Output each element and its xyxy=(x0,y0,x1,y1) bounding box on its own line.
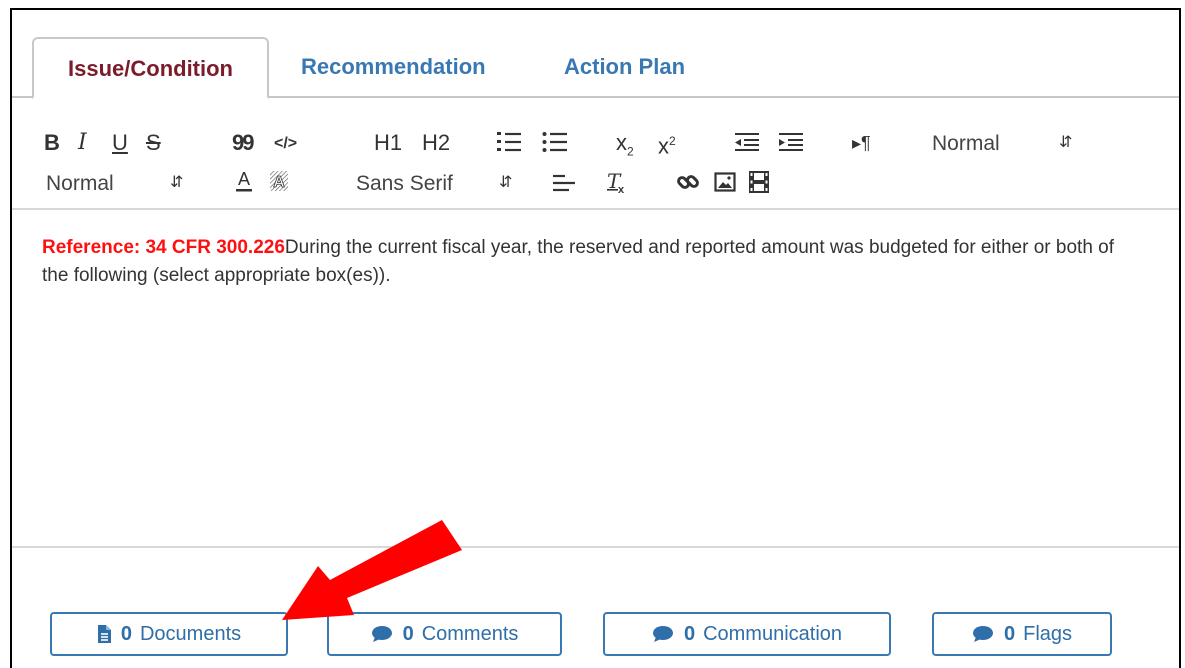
superscript-icon[interactable]: x2 xyxy=(658,128,676,159)
comment-icon xyxy=(652,625,674,643)
svg-text:x: x xyxy=(618,184,625,194)
communication-button[interactable]: 0 Communication xyxy=(603,612,891,656)
background-color-icon[interactable]: A xyxy=(268,168,290,194)
editor-text: Reference: 34 CFR 300.226During the curr… xyxy=(42,234,1142,290)
tab-bar: Issue/Condition Recommendation Action Pl… xyxy=(12,10,1179,99)
flags-button[interactable]: 0 Flags xyxy=(932,612,1112,656)
flags-label: Flags xyxy=(1023,622,1073,645)
indent-icon[interactable] xyxy=(778,132,804,152)
red-arrow-annotation xyxy=(282,520,462,620)
h1-button[interactable]: H1 xyxy=(374,130,402,156)
blockquote-button[interactable]: 99 xyxy=(232,130,255,156)
editor-content-area[interactable]: Reference: 34 CFR 300.226During the curr… xyxy=(12,210,1179,548)
link-icon[interactable] xyxy=(676,170,700,194)
svg-text:A: A xyxy=(238,169,250,189)
strike-button[interactable]: S xyxy=(146,130,161,156)
align-icon[interactable] xyxy=(552,173,576,193)
h2-button[interactable]: H2 xyxy=(422,130,450,156)
comment-icon xyxy=(972,625,994,643)
svg-text:A: A xyxy=(273,174,285,191)
font-select-arrows-icon[interactable]: ⇵ xyxy=(499,170,512,196)
ordered-list-icon[interactable] xyxy=(496,131,522,153)
tab-recommendation[interactable]: Recommendation xyxy=(301,37,486,97)
italic-button[interactable]: I xyxy=(78,130,87,156)
flags-count: 0 xyxy=(1003,622,1016,645)
size-select-arrows-icon[interactable]: ⇵ xyxy=(170,170,183,196)
code-button[interactable]: </> xyxy=(274,131,297,157)
documents-label: Documents xyxy=(139,622,242,645)
underline-button[interactable]: U xyxy=(112,130,128,156)
bold-button[interactable]: B xyxy=(44,130,60,156)
bullet-list-icon[interactable] xyxy=(542,131,568,153)
communication-label: Communication xyxy=(703,622,843,645)
subscript-icon[interactable]: x2 xyxy=(616,130,634,164)
tab-issue-condition[interactable]: Issue/Condition xyxy=(32,37,269,99)
outdent-icon[interactable] xyxy=(734,132,760,152)
size-select[interactable]: Normal xyxy=(46,171,114,197)
editor-toolbar: B I U S 99 </> H1 H2 x2 x2 ▸¶ Normal ⇵ N… xyxy=(12,100,1179,210)
documents-button[interactable]: 0 Documents xyxy=(50,612,288,656)
header-select[interactable]: Normal xyxy=(932,131,1000,157)
header-select-arrows-icon[interactable]: ⇵ xyxy=(1059,130,1072,156)
text-color-icon[interactable]: A xyxy=(234,168,254,194)
file-icon xyxy=(97,625,111,643)
clear-format-icon[interactable]: Tx xyxy=(604,170,628,194)
image-icon[interactable] xyxy=(714,171,736,193)
communication-count: 0 xyxy=(683,622,696,645)
documents-count: 0 xyxy=(120,622,132,645)
tab-action-plan[interactable]: Action Plan xyxy=(564,37,685,97)
reference-citation: Reference: 34 CFR 300.226 xyxy=(42,237,285,258)
editor-panel: Issue/Condition Recommendation Action Pl… xyxy=(10,8,1181,668)
font-select[interactable]: Sans Serif xyxy=(356,171,453,197)
video-icon[interactable] xyxy=(748,170,770,194)
text-direction-icon[interactable]: ▸¶ xyxy=(852,130,871,156)
